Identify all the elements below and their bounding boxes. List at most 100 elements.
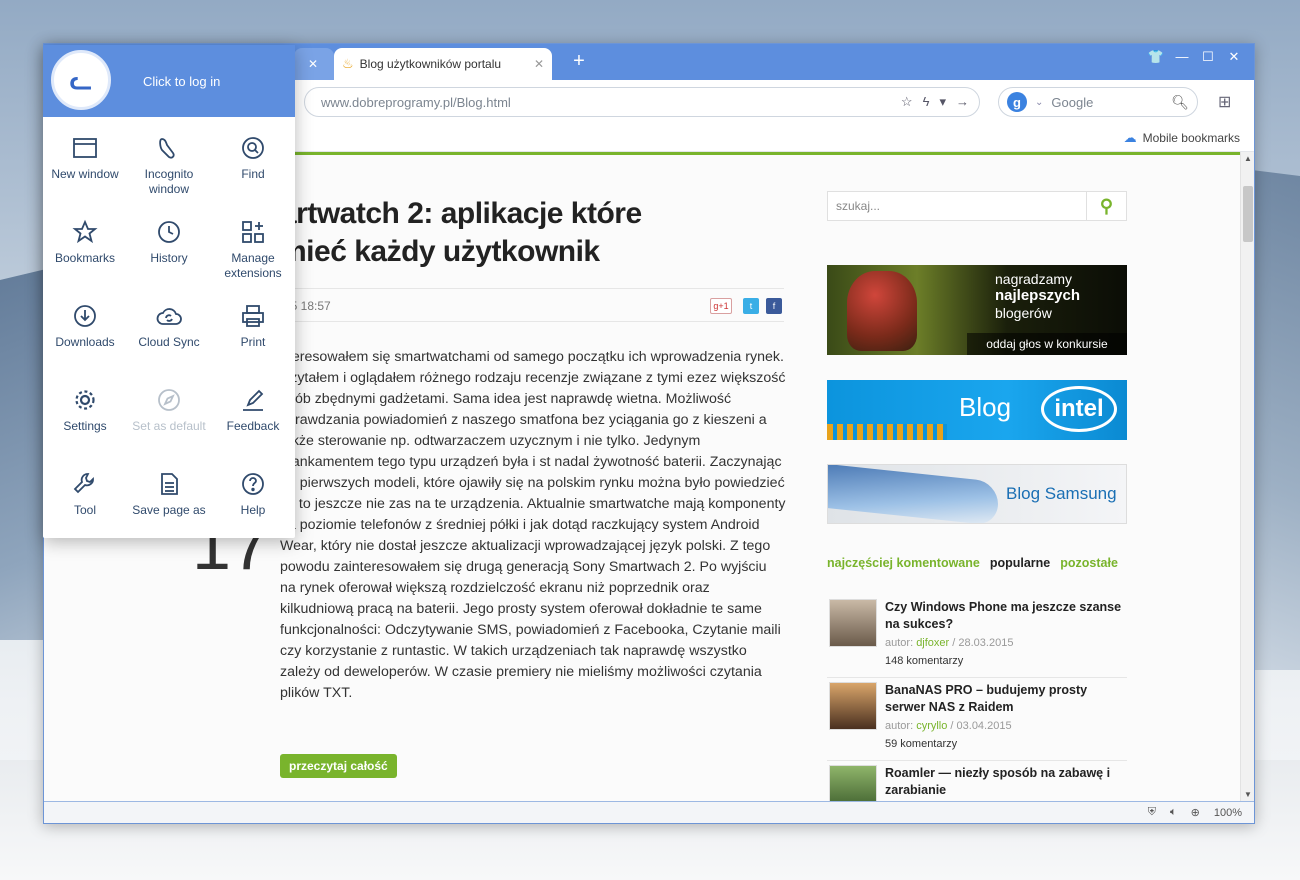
menu-help[interactable]: Help [211,457,295,541]
menu-bookmarks[interactable]: Bookmarks [43,205,127,289]
document-icon [161,473,178,495]
download-icon [74,305,96,327]
menu-set-as-default: Set as default [127,373,211,457]
post-title[interactable]: Roamler — niezły sposób na zabawę i zara… [885,765,1125,799]
search-engine-label[interactable]: Google [1051,95,1171,110]
menu-new-window[interactable]: New window [43,121,127,205]
menu-manage-extensions[interactable]: Manage extensions [211,205,295,289]
menu-label: Tool [73,503,96,517]
read-more-button[interactable]: przeczytaj całość [280,754,397,778]
menu-print[interactable]: Print [211,289,295,373]
menu-downloads[interactable]: Downloads [43,289,127,373]
go-arrow-icon[interactable]: → [956,94,969,110]
dropdown-caret-icon[interactable]: ▾ [939,94,946,110]
menu-tool[interactable]: Tool [43,457,127,541]
bookmark-star-icon[interactable]: ☆ [901,94,913,110]
facebook-share-icon[interactable]: f [766,298,782,314]
post-author: autor: cyryllo / 03.04.2015 [885,720,1012,732]
chevron-down-icon[interactable]: ⌄ [1035,97,1043,108]
post-comments[interactable]: 148 komentarzy [885,655,963,667]
minimize-button[interactable]: — [1170,49,1194,64]
menu-find[interactable]: Find [211,121,295,205]
menu-label: New window [51,167,119,181]
tab-most-commented[interactable]: najczęściej komentowane [827,556,980,570]
search-box[interactable]: g ⌄ Google 🔍︎ [998,87,1198,117]
extensions-icon [242,221,264,243]
article-body: nteresowałem się smartwatchami od samego… [280,349,786,701]
lightning-icon[interactable]: ϟ [923,94,930,110]
intel-blog-banner[interactable]: Blog intel [827,380,1127,440]
samsung-blog-banner[interactable]: Blog Samsung [827,464,1127,524]
twitter-share-icon[interactable]: t [743,298,759,314]
new-tab-button[interactable]: + [569,50,589,73]
close-tab-icon[interactable]: ✕ [534,57,544,71]
vertical-scrollbar[interactable]: ▲ ▼ [1240,152,1254,801]
zoom-icon[interactable]: ⊕ [1191,806,1200,819]
menu-feedback[interactable]: Feedback [211,373,295,457]
mobile-bookmarks-label: Mobile bookmarks [1142,131,1240,145]
list-item[interactable]: Czy Windows Phone ma jeszcze szanse na s… [827,595,1127,678]
menu-label: Bookmarks [54,251,116,265]
search-icon[interactable]: 🔍︎ [1171,94,1189,111]
menu-cloud-sync[interactable]: Cloud Sync [127,289,211,373]
tab-other[interactable]: pozostałe [1060,556,1118,570]
scroll-down-icon[interactable]: ▼ [1241,790,1255,799]
menu-label: Help [240,503,266,517]
intel-logo: intel [1041,386,1117,432]
tab-popular[interactable]: popularne [990,556,1050,570]
post-title[interactable]: Czy Windows Phone ma jeszcze szanse na s… [885,599,1125,633]
site-search-input[interactable]: szukaj... [828,199,1086,213]
uc-browser-logo-icon[interactable]: ᓚ [51,50,111,110]
menu-history[interactable]: History [127,205,211,289]
post-title[interactable]: BanaNAS PRO – budujemy prosty serwer NAS… [885,682,1125,716]
login-link[interactable]: Click to log in [143,74,220,89]
google-icon[interactable]: g [1007,92,1027,112]
pen-icon [243,389,264,411]
list-item[interactable]: BanaNAS PRO – budujemy prosty serwer NAS… [827,678,1127,761]
banner-line3: blogerów [995,305,1052,321]
menu-incognito-window[interactable]: Incognito window [127,121,211,205]
chip-graphic [827,424,947,440]
menu-settings[interactable]: Settings [43,373,127,457]
tab-inactive[interactable]: ✕ [294,48,334,80]
find-icon [242,137,264,159]
post-comments[interactable]: 59 komentarzy [885,738,957,750]
site-search[interactable]: szukaj... ⚲ [827,191,1127,221]
maximize-button[interactable]: ☐ [1196,49,1220,65]
zoom-level[interactable]: 100% [1214,807,1242,819]
author-name[interactable]: djfoxer [916,637,949,649]
list-item[interactable]: Roamler — niezły sposób na zabawę i zara… [827,761,1127,801]
avatar [829,682,877,730]
banner-figure [847,271,917,351]
article-meta: 15 18:57 g+1 t f [280,288,784,322]
mobile-bookmarks-button[interactable]: ☁ Mobile bookmarks [1124,130,1240,146]
menu-header: ᓚ Click to log in [43,45,295,117]
menu-label: Manage extensions [224,251,282,280]
search-icon[interactable]: ⚲ [1086,192,1126,220]
compass-icon [158,389,180,411]
contest-banner[interactable]: nagradzamy najlepszych blogerów oddaj gł… [827,265,1127,355]
help-icon [242,473,264,495]
scroll-up-icon[interactable]: ▲ [1241,154,1255,163]
banner-blog-word: Blog [959,392,1012,422]
address-bar[interactable]: www.dobreprogramy.pl/Blog.html ☆ ϟ ▾ → [304,87,980,117]
printer-icon [242,305,264,327]
status-bar: ⛨ 🔈︎ ⊕ 100% [44,801,1254,823]
favicon-icon: ♨ [342,56,354,71]
close-tab-icon[interactable]: ✕ [308,57,318,71]
scroll-thumb[interactable] [1243,186,1253,242]
skin-icon[interactable]: 👕 [1144,49,1168,65]
author-name[interactable]: cyryllo [916,720,947,732]
article-title[interactable]: artwatch 2: aplikacje które mieć każdy u… [280,195,800,271]
tab-active[interactable]: ♨ Blog użytkowników portalu ✕ [334,48,552,80]
gplus-share-icon[interactable]: g+1 [710,298,732,314]
close-window-button[interactable]: ✕ [1222,49,1246,65]
shield-icon[interactable]: ⛨ [1148,806,1156,819]
cloud-icon: ☁ [1123,130,1137,145]
menu-save-page-as[interactable]: Save page as [127,457,211,541]
volume-icon[interactable]: 🔈︎ [1170,806,1177,819]
post-date: / 28.03.2015 [949,637,1014,649]
apps-grid-icon[interactable]: ⊞ [1218,92,1231,112]
author-prefix: autor: [885,637,917,649]
gear-icon [75,390,95,410]
